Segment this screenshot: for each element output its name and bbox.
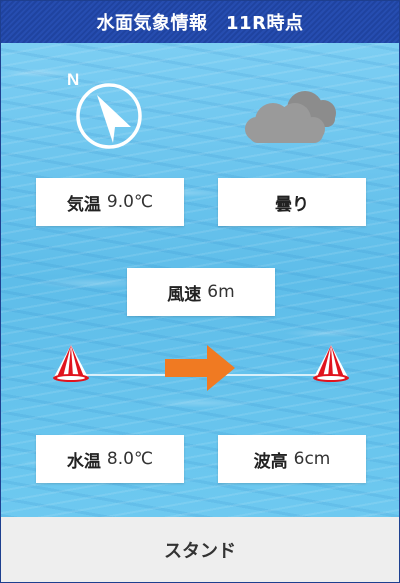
wind-speed-value: 6m <box>207 282 235 302</box>
stand-label: スタンド <box>164 540 236 562</box>
wind-direction-compass-icon: N <box>61 65 151 151</box>
weather-label: 曇り <box>275 194 309 215</box>
weather-card: 水面気象情報 11R時点 N 気温 9.0℃ 曇り 風速 6m 水温 8.0℃ … <box>0 0 400 583</box>
water-temperature-box: 水温 8.0℃ <box>36 435 184 483</box>
water-temperature-value: 8.0℃ <box>106 449 154 469</box>
wave-height-label: 波高 <box>253 451 288 472</box>
stand-footer: スタンド <box>1 517 399 582</box>
buoy-left-icon <box>51 343 91 385</box>
wind-speed-box: 風速 6m <box>127 268 275 316</box>
header: 水面気象情報 11R時点 <box>1 1 399 43</box>
air-temperature-box: 気温 9.0℃ <box>36 178 184 226</box>
header-title: 水面気象情報 11R時点 <box>96 13 304 34</box>
weather-box: 曇り <box>218 178 366 226</box>
buoy-right-icon <box>311 343 351 385</box>
cloudy-icon <box>237 87 347 149</box>
wind-speed-label: 風速 <box>167 284 202 305</box>
air-temperature-label: 気温 <box>66 194 101 215</box>
wave-height-box: 波高 6cm <box>218 435 366 483</box>
air-temperature-value: 9.0℃ <box>106 192 154 212</box>
water-temperature-label: 水温 <box>66 451 101 472</box>
water-surface: N 気温 9.0℃ 曇り 風速 6m 水温 8.0℃ 波高 6cm <box>1 43 399 517</box>
arrow-right-icon <box>165 345 237 391</box>
wave-height-value: 6cm <box>293 449 331 469</box>
compass-north-label: N <box>67 70 79 89</box>
